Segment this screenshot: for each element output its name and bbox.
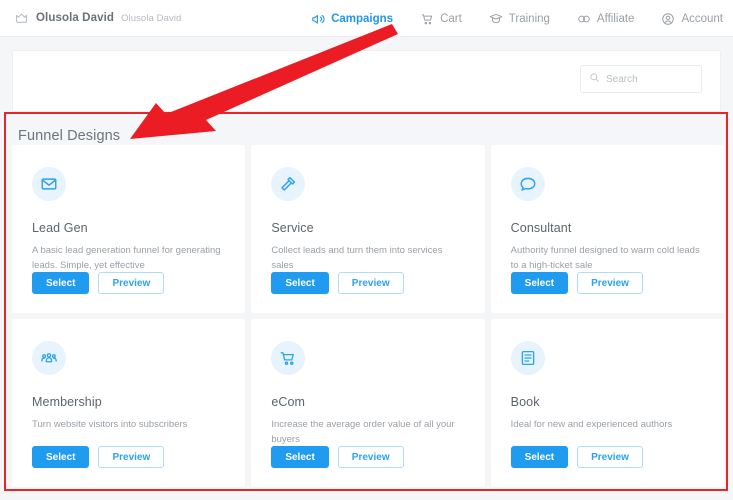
card-description: Authority funnel designed to warm cold l… <box>510 245 700 271</box>
nav-item-label: Cart <box>440 12 462 25</box>
handshake-icon <box>577 12 591 26</box>
megaphone-icon <box>311 12 325 26</box>
select-button[interactable]: Select <box>510 446 569 468</box>
funnel-card-ecom[interactable]: eCom Increase the average order value of… <box>251 319 485 487</box>
nav-item-campaigns[interactable]: Campaigns <box>309 8 395 30</box>
funnel-card-book[interactable]: Book Ideal for new and experienced autho… <box>490 319 724 487</box>
card-description: A basic lead generation funnel for gener… <box>32 245 221 271</box>
funnel-card-lead-gen[interactable]: Lead Gen A basic lead generation funnel … <box>12 145 246 313</box>
shopping-cart-icon <box>271 341 306 375</box>
card-title: eCom <box>271 395 306 409</box>
funnel-card-service[interactable]: Service Collect leads and turn them into… <box>251 145 485 313</box>
funnel-designs-grid: Lead Gen A basic lead generation funnel … <box>12 145 724 487</box>
card-title: Consultant <box>510 221 572 235</box>
search-panel <box>12 50 721 112</box>
funnel-designs-highlight-region: Funnel Designs Lead Gen A basic lead gen… <box>4 112 728 491</box>
card-actions: Select Preview <box>510 272 643 294</box>
card-description: Ideal for new and experienced authors <box>510 419 673 430</box>
select-button[interactable]: Select <box>271 272 329 294</box>
search-input[interactable] <box>606 73 693 85</box>
funnel-card-membership[interactable]: Membership Turn website visitors into su… <box>12 319 246 487</box>
nav-item-account[interactable]: Account <box>659 8 725 30</box>
nav-item-label: Campaigns <box>331 12 394 25</box>
hammer-icon <box>271 167 306 201</box>
select-button[interactable]: Select <box>32 446 90 468</box>
card-actions: Select Preview <box>510 446 643 468</box>
brand-subtitle: Olusola David <box>121 12 182 24</box>
app-root: Olusola David Olusola David Campaigns Ca… <box>0 0 733 500</box>
card-actions: Select Preview <box>271 272 404 294</box>
funnel-card-consultant[interactable]: Consultant Authority funnel designed to … <box>490 145 724 313</box>
card-title: Service <box>271 221 314 235</box>
shopping-cart-icon <box>420 12 434 26</box>
brand-logo[interactable]: Olusola David Olusola David <box>14 11 181 26</box>
preview-button[interactable]: Preview <box>337 446 404 468</box>
graduation-cap-icon <box>489 12 503 26</box>
card-title: Membership <box>32 395 102 409</box>
search-icon <box>589 70 600 88</box>
nav-item-training[interactable]: Training <box>487 8 552 30</box>
users-group-icon <box>32 341 66 375</box>
card-actions: Select Preview <box>271 446 404 468</box>
card-description: Turn website visitors into subscribers <box>32 419 188 430</box>
card-description: Collect leads and turn them into service… <box>271 245 443 271</box>
card-title: Lead Gen <box>32 221 88 235</box>
crown-icon <box>14 11 29 26</box>
preview-button[interactable]: Preview <box>98 272 165 294</box>
card-description: Increase the average order value of all … <box>271 419 455 445</box>
brand-name: Olusola David <box>36 12 114 24</box>
select-button[interactable]: Select <box>32 272 90 294</box>
envelope-icon <box>32 167 66 201</box>
top-navigation-bar: Olusola David Olusola David Campaigns Ca… <box>0 0 733 37</box>
nav-links: Campaigns Cart Training Affiliate Accoun… <box>309 0 725 37</box>
book-icon <box>510 341 545 375</box>
preview-button[interactable]: Preview <box>337 272 404 294</box>
card-actions: Select Preview <box>32 272 165 294</box>
preview-button[interactable]: Preview <box>98 446 165 468</box>
search-box[interactable] <box>580 65 702 93</box>
nav-item-label: Affiliate <box>596 12 635 25</box>
nav-item-cart[interactable]: Cart <box>418 8 464 30</box>
select-button[interactable]: Select <box>510 272 569 294</box>
preview-button[interactable]: Preview <box>577 272 643 294</box>
page-title: Funnel Designs <box>18 128 121 144</box>
card-actions: Select Preview <box>32 446 165 468</box>
preview-button[interactable]: Preview <box>577 446 643 468</box>
speech-bubble-icon <box>510 167 545 201</box>
nav-item-label: Training <box>508 12 550 25</box>
nav-item-affiliate[interactable]: Affiliate <box>575 8 637 30</box>
select-button[interactable]: Select <box>271 446 329 468</box>
card-title: Book <box>510 395 540 409</box>
nav-item-label: Account <box>681 12 723 25</box>
user-circle-icon <box>661 12 675 26</box>
